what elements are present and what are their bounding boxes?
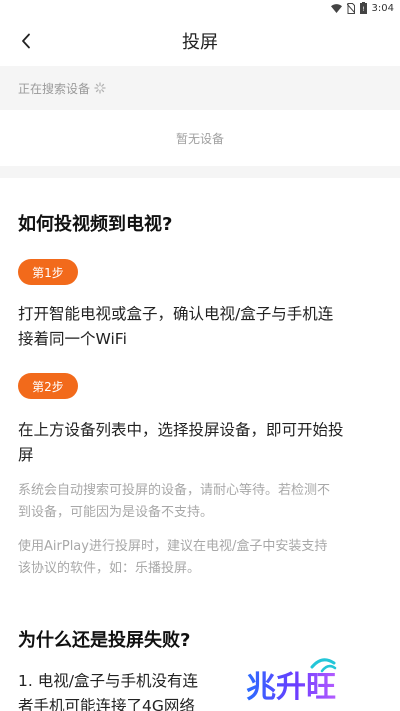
- why-fail-title: 为什么还是投屏失败?: [18, 630, 191, 651]
- device-list: 暂无设备: [0, 110, 400, 166]
- svg-text:!: !: [362, 6, 364, 13]
- battery-icon: !: [359, 2, 367, 14]
- step1-text: 打开智能电视或盒子，确认电视/盒子与手机连 接着同一个WiFi: [18, 302, 382, 352]
- device-search-status: 正在搜索设备: [0, 66, 400, 110]
- loading-spinner-icon: [94, 82, 106, 94]
- step2-line1: 在上方设备列表中，选择投屏设备，即可开始投: [18, 421, 344, 439]
- watermark-text: 兆升旺: [246, 670, 336, 705]
- watermark-logo: 兆升旺: [242, 653, 352, 709]
- status-bar: ! 3:04: [0, 0, 400, 16]
- step1-line1: 打开智能电视或盒子，确认电视/盒子与手机连: [18, 305, 334, 323]
- airplay-note: 使用AirPlay进行投屏时，建议在电视/盒子中安装支持 该协议的软件，如：乐播…: [18, 536, 382, 580]
- help-section: 如何投视频到电视? 第1步 打开智能电视或盒子，确认电视/盒子与手机连 接着同一…: [0, 178, 400, 711]
- how-to-title: 如何投视频到电视?: [18, 214, 173, 235]
- step1-line2: 接着同一个WiFi: [18, 330, 127, 348]
- searching-text: 正在搜索设备: [18, 81, 91, 96]
- step2-text: 在上方设备列表中，选择投屏设备，即可开始投 屏: [18, 418, 382, 468]
- wifi-icon: [330, 3, 342, 13]
- app-header: 投屏: [0, 16, 400, 66]
- page-title: 投屏: [182, 32, 218, 53]
- step1-badge: 第1步: [18, 259, 78, 285]
- step2-badge: 第2步: [18, 373, 78, 399]
- section-divider: [0, 166, 400, 178]
- empty-device-text: 暂无设备: [175, 131, 224, 146]
- step2-line2: 屏: [18, 446, 34, 464]
- status-icons: ! 3:04: [330, 1, 394, 15]
- search-note: 系统会自动搜索可投屏的设备，请耐心等待。若检测不 到设备，可能因为是设备不支持。: [18, 480, 382, 524]
- no-sim-icon: [346, 2, 355, 14]
- clock: 3:04: [371, 2, 394, 14]
- note1-line2: 到设备，可能因为是设备不支持。: [18, 505, 214, 520]
- note1-line1: 系统会自动搜索可投屏的设备，请耐心等待。若检测不: [18, 483, 331, 498]
- note2-line1: 使用AirPlay进行投屏时，建议在电视/盒子中安装支持: [18, 539, 328, 554]
- note2-line2: 该协议的软件，如：乐播投屏。: [18, 561, 201, 576]
